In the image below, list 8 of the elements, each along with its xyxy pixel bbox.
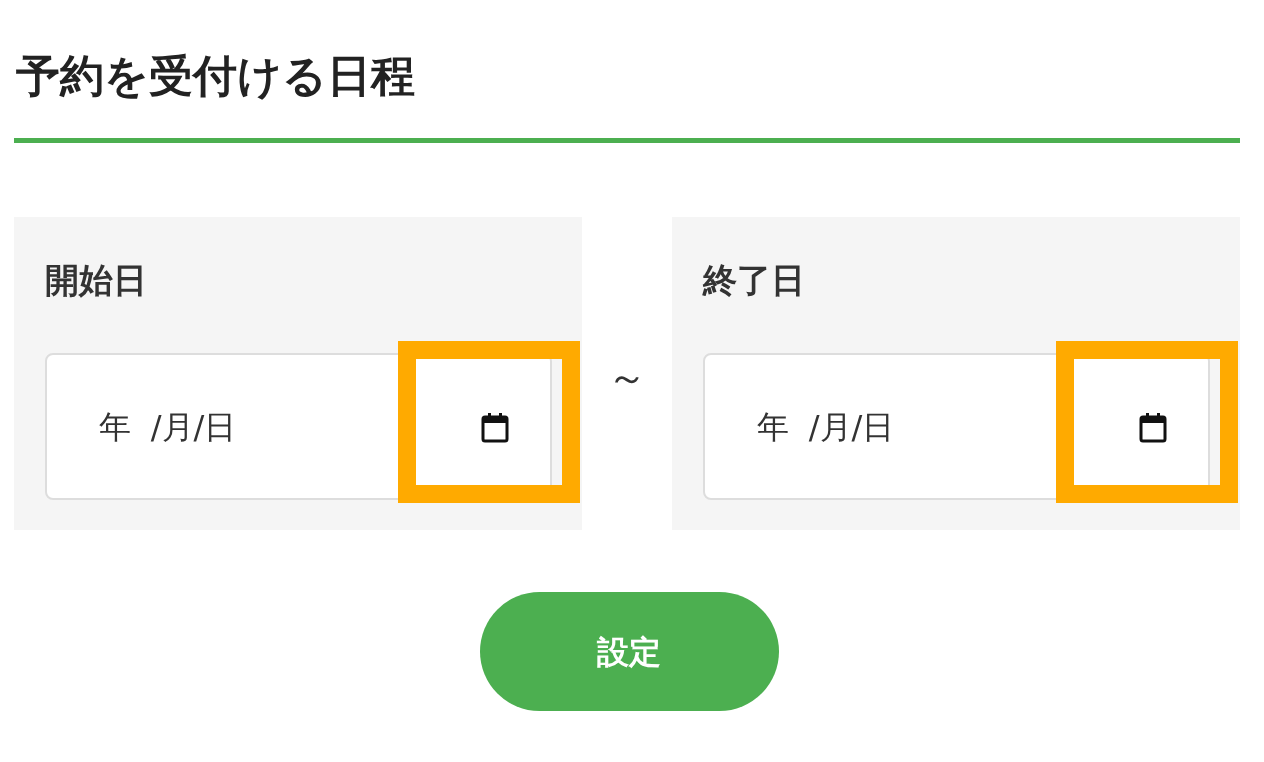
field-label: 終了日	[703, 259, 806, 302]
date-placeholder: 年 /月/日	[757, 406, 895, 448]
range-separator: ～	[607, 353, 647, 402]
date-input[interactable]: 年 /月/日	[703, 353, 1210, 500]
date-input[interactable]: 年 /月/日	[45, 353, 552, 500]
page-title: 予約を受付ける日程	[15, 49, 416, 103]
date-placeholder: 年 /月/日	[99, 406, 237, 448]
field-label: 開始日	[45, 259, 148, 302]
